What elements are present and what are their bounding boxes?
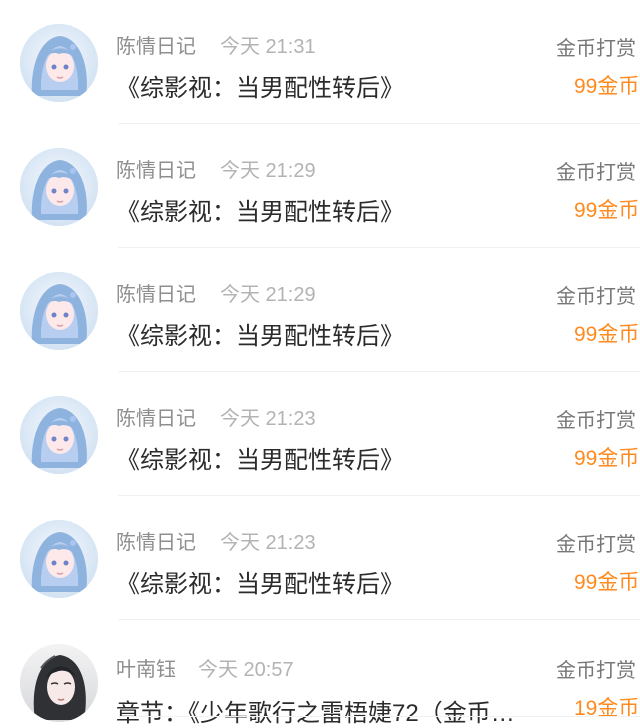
sender-name[interactable]: 陈情日记 (116, 526, 196, 555)
anime-girl-avatar-icon (20, 272, 98, 350)
user-avatar[interactable] (20, 24, 98, 102)
reward-message: 章节：《少年歌行之雷梧婕72（金币… (116, 700, 515, 727)
sender-name[interactable]: 陈情日记 (116, 154, 196, 183)
reward-message: 《综影视：当男配性转后》 (116, 571, 404, 598)
reward-message: 《综影视：当男配性转后》 (116, 447, 404, 474)
anime-girl-avatar-icon (20, 520, 98, 598)
timestamp: 今天 21:31 (220, 36, 316, 58)
anime-girl-avatar-icon (20, 148, 98, 226)
reward-type-label: 金币打赏 (556, 660, 636, 682)
user-avatar[interactable] (20, 148, 98, 226)
reward-list-item[interactable]: 陈情日记 今天 21:23 《综影视：当男配性转后》 金币打赏 99金币 (0, 496, 640, 620)
coin-amount: 99金币 (574, 199, 640, 222)
coin-amount: 99金币 (574, 447, 640, 470)
timestamp: 今天 21:29 (220, 160, 316, 182)
reward-record-list: 陈情日记 今天 21:31 《综影视：当男配性转后》 金币打赏 99金币 陈情日… (0, 0, 640, 727)
reward-list-item[interactable]: 陈情日记 今天 21:29 《综影视：当男配性转后》 金币打赏 99金币 (0, 248, 640, 372)
reward-list-item[interactable]: 叶南钰 今天 20:57 章节：《少年歌行之雷梧婕72（金币… 金币打赏 19金… (0, 620, 640, 727)
timestamp: 今天 21:23 (220, 532, 316, 554)
reward-type-label: 金币打赏 (556, 534, 636, 556)
reward-list-item[interactable]: 陈情日记 今天 21:23 《综影视：当男配性转后》 金币打赏 99金币 (0, 372, 640, 496)
reward-type-label: 金币打赏 (556, 286, 636, 308)
user-avatar[interactable] (20, 272, 98, 350)
reward-type-label: 金币打赏 (556, 162, 636, 184)
anime-girl-avatar-icon (20, 24, 98, 102)
reward-message: 《综影视：当男配性转后》 (116, 199, 404, 226)
timestamp: 今天 21:23 (220, 408, 316, 430)
timestamp: 今天 21:29 (220, 284, 316, 306)
coin-amount: 99金币 (574, 75, 640, 98)
sender-name[interactable]: 陈情日记 (116, 30, 196, 59)
reward-list-item[interactable]: 陈情日记 今天 21:29 《综影视：当男配性转后》 金币打赏 99金币 (0, 124, 640, 248)
dark-hair-avatar-icon (20, 644, 98, 722)
reward-type-label: 金币打赏 (556, 410, 636, 432)
user-avatar[interactable] (20, 520, 98, 598)
sender-name[interactable]: 陈情日记 (116, 278, 196, 307)
reward-list-item[interactable]: 陈情日记 今天 21:31 《综影视：当男配性转后》 金币打赏 99金币 (0, 0, 640, 124)
timestamp: 今天 20:57 (198, 659, 294, 681)
sender-name[interactable]: 陈情日记 (116, 402, 196, 431)
coin-amount: 19金币 (574, 697, 640, 720)
reward-message: 《综影视：当男配性转后》 (116, 75, 404, 102)
anime-girl-avatar-icon (20, 396, 98, 474)
reward-message: 《综影视：当男配性转后》 (116, 323, 404, 350)
user-avatar[interactable] (20, 644, 98, 722)
reward-type-label: 金币打赏 (556, 38, 636, 60)
user-avatar[interactable] (20, 396, 98, 474)
sender-name[interactable]: 叶南钰 (116, 653, 176, 682)
coin-amount: 99金币 (574, 323, 640, 346)
coin-amount: 99金币 (574, 571, 640, 594)
